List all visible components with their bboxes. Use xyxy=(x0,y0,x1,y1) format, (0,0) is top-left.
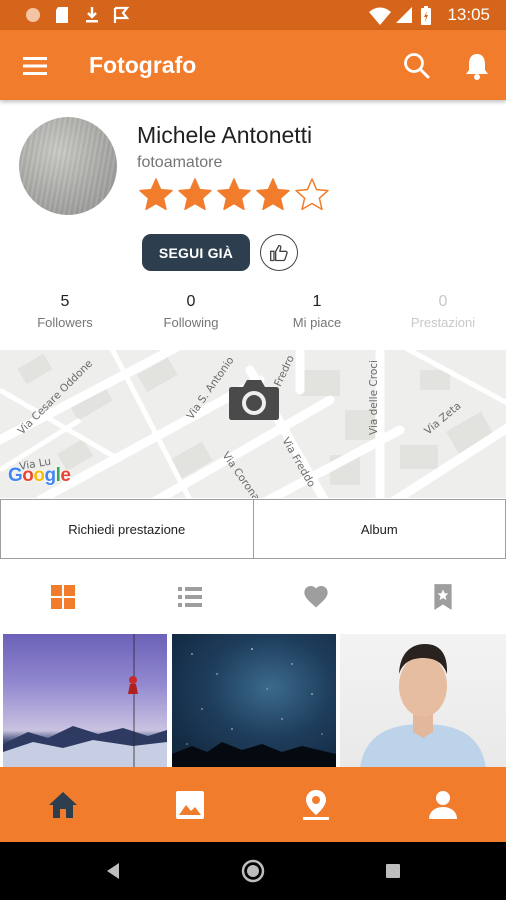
status-bar: 13:05 xyxy=(0,0,506,30)
grid-icon xyxy=(51,585,75,609)
home-system-button[interactable] xyxy=(238,856,268,886)
nav-home[interactable] xyxy=(0,767,126,842)
tab-grid[interactable] xyxy=(0,570,126,624)
star-filled-icon xyxy=(256,178,290,211)
photo-night-sky xyxy=(172,648,336,768)
view-tabs xyxy=(0,570,506,624)
avatar[interactable] xyxy=(19,117,117,215)
location-pin-icon xyxy=(303,789,329,820)
heart-icon xyxy=(304,586,328,608)
stat-likes[interactable]: 1 Mi piace xyxy=(254,293,380,330)
stat-services: 0 Prestazioni xyxy=(380,293,506,330)
home-icon xyxy=(49,791,77,818)
stats-row: 5 Followers 0 Following 1 Mi piace 0 Pre… xyxy=(0,293,506,335)
action-row: Richiedi prestazione Album xyxy=(0,499,506,559)
app-bar: Fotografo xyxy=(0,30,506,100)
sd-card-icon xyxy=(56,7,68,23)
flag-icon xyxy=(113,6,130,23)
gallery-photo[interactable] xyxy=(172,634,336,768)
battery-icon xyxy=(421,6,431,25)
back-button[interactable] xyxy=(98,856,128,886)
profile-name: Michele Antonetti xyxy=(137,122,313,148)
thumbs-up-icon xyxy=(270,244,288,261)
recents-square-icon xyxy=(386,864,400,878)
photo-gallery xyxy=(0,634,506,768)
star-filled-icon xyxy=(217,178,251,211)
nav-gallery[interactable] xyxy=(127,767,253,842)
nav-profile[interactable] xyxy=(380,767,506,842)
star-filled-icon xyxy=(139,178,173,211)
home-circle-icon xyxy=(241,859,265,883)
stat-label: Prestazioni xyxy=(410,315,476,330)
list-icon xyxy=(178,587,202,607)
tab-saved[interactable] xyxy=(380,570,506,624)
page-title: Fotografo xyxy=(89,52,197,78)
back-triangle-icon xyxy=(107,863,119,879)
system-nav-bar xyxy=(0,842,506,900)
stat-label: Mi piace xyxy=(292,315,342,330)
location-map[interactable]: Via Cesare Oddone Via S. Antonio Via Fre… xyxy=(0,350,506,498)
screen: 13:05 Fotografo Michele Antonetti fotoam… xyxy=(0,0,506,900)
request-service-button[interactable]: Richiedi prestazione xyxy=(0,499,254,559)
nav-location[interactable] xyxy=(253,767,379,842)
stat-label: Followers xyxy=(37,315,93,330)
street-label: Via Corona xyxy=(220,450,263,498)
signal-icon xyxy=(396,7,412,23)
photo-mountains xyxy=(3,634,167,768)
stat-followers[interactable]: 5 Followers xyxy=(2,293,128,330)
google-logo: Google xyxy=(8,465,71,486)
stat-value: 0 xyxy=(186,293,196,310)
wifi-icon xyxy=(369,7,391,25)
like-button[interactable] xyxy=(260,234,298,271)
stat-value: 0 xyxy=(438,293,448,310)
gallery-photo[interactable] xyxy=(3,634,167,768)
bookmark-star-icon xyxy=(434,584,452,610)
person-icon xyxy=(429,790,457,819)
rating-stars xyxy=(138,177,330,213)
image-icon xyxy=(176,790,204,819)
search-icon[interactable] xyxy=(401,50,433,82)
map-background: Via Cesare Oddone Via S. Antonio Via Fre… xyxy=(0,350,506,498)
tab-list[interactable] xyxy=(127,570,253,624)
bell-icon[interactable] xyxy=(461,50,493,82)
follow-button[interactable]: SEGUI GIÀ xyxy=(142,234,250,271)
star-empty-icon xyxy=(295,178,329,211)
circle-notification-icon xyxy=(26,8,40,22)
tab-favorites[interactable] xyxy=(253,570,379,624)
gallery-photo[interactable] xyxy=(340,634,506,768)
photo-portrait xyxy=(360,644,486,768)
stat-value: 1 xyxy=(312,293,322,310)
star-filled-icon xyxy=(178,178,212,211)
download-icon xyxy=(86,7,98,23)
stat-value: 5 xyxy=(60,293,70,310)
recents-button[interactable] xyxy=(378,856,408,886)
bottom-nav xyxy=(0,767,506,842)
camera-icon[interactable] xyxy=(228,377,280,421)
album-button[interactable]: Album xyxy=(253,499,506,559)
status-time: 13:05 xyxy=(447,5,490,24)
stat-following[interactable]: 0 Following xyxy=(128,293,254,330)
stat-label: Following xyxy=(163,315,219,330)
menu-icon[interactable] xyxy=(20,50,52,82)
street-label: Via delle Croci xyxy=(368,360,380,435)
profile-role: fotoamatore xyxy=(137,154,223,171)
